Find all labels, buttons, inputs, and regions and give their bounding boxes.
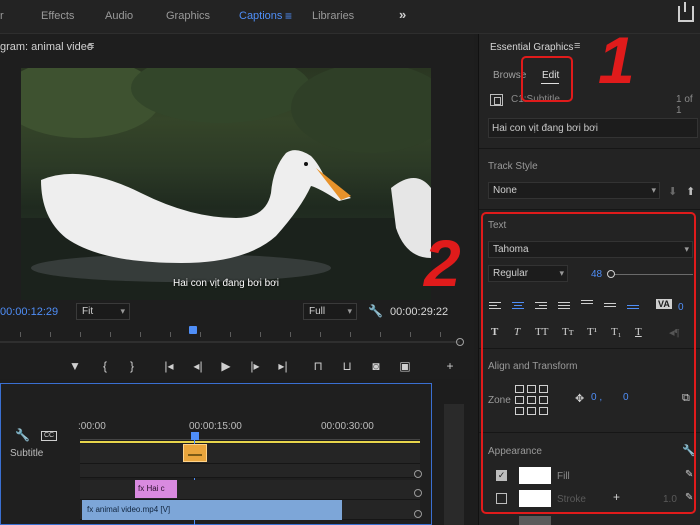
caption-overlay[interactable]: Hai con vịt đang bơi bơi: [21, 278, 431, 289]
annotation-number-2: 2: [424, 226, 461, 300]
layer-count: 1 of 1: [676, 94, 693, 116]
audio-meter: [444, 404, 464, 525]
program-monitor-title[interactable]: gram: animal video: [0, 41, 93, 53]
workspace-tab-captions[interactable]: Captions: [239, 10, 282, 22]
track-scroll-handle[interactable]: [414, 510, 422, 518]
caption-text-field[interactable]: Hai con vịt đang bơi bơi: [488, 118, 698, 138]
add-button-icon[interactable]: +: [441, 359, 459, 373]
wrench-icon[interactable]: 🔧: [15, 428, 30, 442]
mark-out-icon[interactable]: }: [123, 359, 141, 373]
subtitle-track-label: Subtitle: [10, 448, 44, 459]
workspace-tab-effects[interactable]: Effects: [41, 10, 74, 22]
essential-graphics-title[interactable]: Essential Graphics: [490, 42, 573, 53]
workspace-tab-libraries[interactable]: Libraries: [312, 10, 354, 22]
chevron-down-icon: ▾: [347, 306, 352, 316]
quality-select[interactable]: Full ▾: [303, 303, 357, 320]
timeline-time-label: 00:00:15:00: [189, 421, 242, 432]
chevron-down-icon: ▾: [120, 306, 125, 316]
extract-icon[interactable]: ⊔: [338, 359, 356, 373]
annotation-box-text-settings: [481, 212, 696, 514]
captions-icon[interactable]: CC: [41, 431, 57, 441]
workspace-tab-audio[interactable]: Audio: [105, 10, 133, 22]
go-to-out-icon[interactable]: ▸|: [274, 359, 292, 373]
monitor-scrollbar[interactable]: [0, 341, 460, 343]
track-scroll-handle[interactable]: [414, 489, 422, 497]
timeline-ruler[interactable]: [80, 434, 420, 440]
step-back-icon[interactable]: ◂|: [189, 359, 207, 373]
step-forward-icon[interactable]: |▸: [246, 359, 264, 373]
push-style-up-icon[interactable]: ⬆: [686, 185, 695, 198]
graphics-track[interactable]: [80, 480, 420, 500]
current-timecode[interactable]: 00:00:12:29: [0, 306, 58, 318]
track-style-value: None: [493, 185, 517, 196]
more-workspaces-icon[interactable]: »: [399, 7, 406, 22]
track-scroll-handle[interactable]: [414, 470, 422, 478]
timeline-time-label: 00:00:30:00: [321, 421, 374, 432]
duck-frame-image: [21, 68, 431, 300]
annotation-number-1: 1: [598, 23, 635, 97]
push-style-down-icon[interactable]: ⬇: [668, 185, 677, 198]
work-area-bar[interactable]: [80, 441, 420, 443]
monitor-playhead[interactable]: [189, 326, 197, 334]
monitor-time-ruler[interactable]: [0, 329, 465, 337]
section-divider: [479, 148, 700, 149]
share-icon[interactable]: [678, 2, 694, 22]
timeline-time-label: :00:00: [78, 421, 106, 432]
program-menu-icon[interactable]: ≡: [88, 40, 94, 52]
mark-in-icon[interactable]: {: [96, 359, 114, 373]
annotation-box-edit-tab: [521, 56, 573, 102]
graphics-clip[interactable]: fx Hai c: [135, 480, 177, 498]
clip-layer-icon: [490, 94, 503, 106]
workspace-tab-graphics[interactable]: Graphics: [166, 10, 210, 22]
zoom-select[interactable]: Fit ▾: [76, 303, 130, 320]
track[interactable]: [80, 464, 420, 478]
workspace-menu-icon[interactable]: ≡: [285, 9, 292, 23]
video-clip-label: animal video.mp4 [V]: [95, 505, 171, 514]
timeline-playhead[interactable]: [191, 432, 199, 440]
add-marker-icon[interactable]: ▼: [66, 359, 84, 373]
compare-view-icon[interactable]: ▣: [396, 359, 414, 373]
subtitle-track[interactable]: [80, 444, 420, 464]
play-icon[interactable]: ▶: [217, 359, 235, 373]
video-preview: Hai con vịt đang bơi bơi: [21, 68, 431, 300]
wrench-icon[interactable]: 🔧: [368, 304, 383, 318]
track-style-select[interactable]: None ▾: [488, 182, 660, 199]
shadow-color-swatch[interactable]: [519, 516, 551, 525]
panel-menu-icon[interactable]: ≡: [574, 40, 580, 52]
zoom-select-value: Fit: [82, 306, 94, 317]
quality-select-value: Full: [309, 306, 326, 317]
video-clip[interactable]: fx animal video.mp4 [V]: [82, 500, 342, 520]
workspace-tab-edit[interactable]: r: [0, 10, 4, 22]
workspace-bar: r Effects Audio Graphics Captions ≡ Libr…: [0, 0, 700, 34]
chevron-down-icon: ▾: [651, 185, 656, 195]
track-style-label: Track Style: [488, 161, 538, 172]
camera-icon[interactable]: ◙: [367, 359, 385, 373]
section-divider: [479, 209, 700, 210]
program-monitor: gram: animal video ≡ Hai con vịt đang bơ…: [0, 34, 474, 379]
duration-timecode: 00:00:29:22: [390, 306, 449, 318]
lift-icon[interactable]: ⊓: [309, 359, 327, 373]
go-to-in-icon[interactable]: |◂: [160, 359, 178, 373]
timeline-panel: 🔧 CC :00:00 00:00:15:00 00:00:30:00 Subt…: [0, 383, 432, 525]
subtitle-clip[interactable]: [183, 444, 207, 462]
graphics-clip-label: Hai c: [146, 484, 165, 493]
monitor-scroll-handle[interactable]: [456, 338, 464, 346]
